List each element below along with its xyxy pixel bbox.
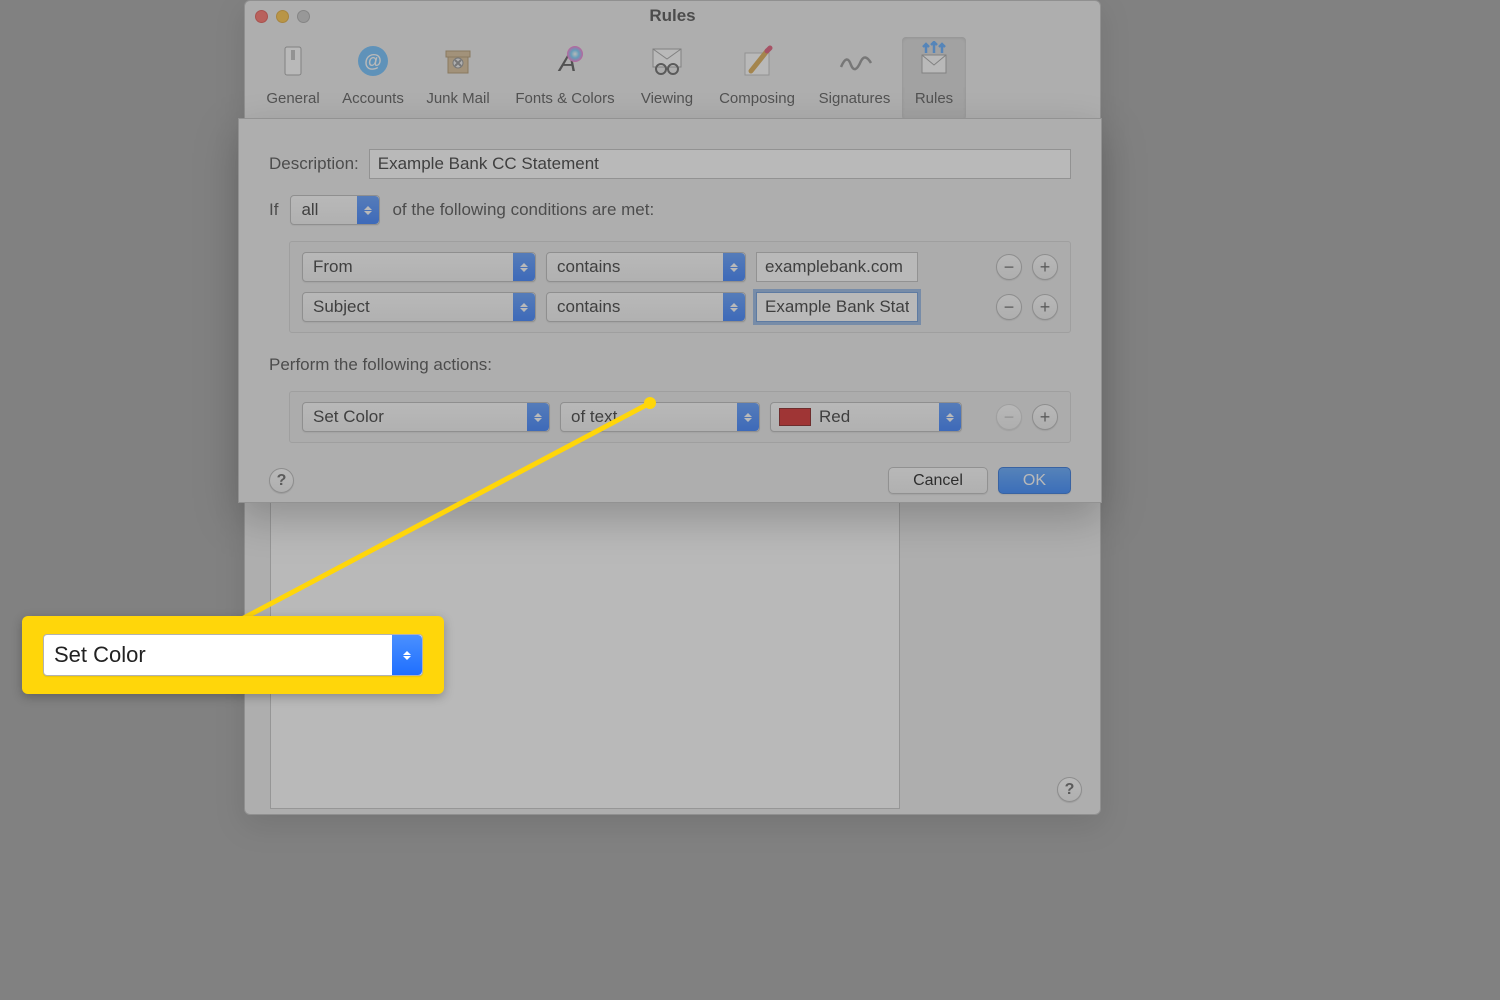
callout-popup: Set Color [43, 634, 423, 676]
accounts-icon: @ [353, 41, 393, 81]
junk-mail-icon [438, 41, 478, 81]
chevron-updown-icon [357, 196, 379, 224]
description-row: Description: [269, 149, 1071, 179]
chevron-updown-icon [723, 293, 745, 321]
preferences-toolbar: General @ Accounts Junk Mail A Fonts & C… [245, 31, 1100, 121]
chevron-updown-icon [527, 403, 549, 431]
chevron-updown-icon [737, 403, 759, 431]
add-action-button[interactable]: + [1032, 404, 1058, 430]
if-suffix-label: of the following conditions are met: [392, 200, 654, 220]
action-color-popup[interactable]: Red [770, 402, 962, 432]
color-swatch-icon [779, 408, 811, 426]
condition-field-popup[interactable]: Subject [302, 292, 536, 322]
chevron-updown-icon [513, 293, 535, 321]
add-condition-button[interactable]: + [1032, 254, 1058, 280]
condition-field-popup[interactable]: From [302, 252, 536, 282]
condition-value-input[interactable] [756, 292, 918, 322]
titlebar: Rules [245, 1, 1100, 31]
toolbar-general[interactable]: General [253, 37, 333, 120]
description-input[interactable] [369, 149, 1071, 179]
actions-group: Set Color of text Red − + [289, 391, 1071, 443]
action-row: Set Color of text Red − + [302, 402, 1058, 432]
action-type-popup[interactable]: Set Color [302, 402, 550, 432]
toolbar-junk-mail[interactable]: Junk Mail [413, 37, 503, 120]
conditions-header-row: If all of the following conditions are m… [269, 195, 1071, 225]
rules-icon [914, 41, 954, 81]
help-button-sheet[interactable]: ? [269, 468, 294, 493]
cancel-button[interactable]: Cancel [888, 467, 988, 494]
if-mode-popup[interactable]: all [290, 195, 380, 225]
condition-value-input[interactable] [756, 252, 918, 282]
actions-label: Perform the following actions: [269, 355, 1071, 375]
remove-condition-button[interactable]: − [996, 254, 1022, 280]
toolbar-accounts[interactable]: @ Accounts [333, 37, 413, 120]
add-condition-button[interactable]: + [1032, 294, 1058, 320]
chevron-updown-icon [513, 253, 535, 281]
if-label: If [269, 200, 278, 220]
annotation-callout: Set Color [22, 616, 444, 694]
window-title: Rules [245, 6, 1100, 26]
ok-button[interactable]: OK [998, 467, 1071, 494]
remove-condition-button[interactable]: − [996, 294, 1022, 320]
composing-icon [737, 41, 777, 81]
chevron-updown-icon [392, 635, 422, 675]
condition-row: Subject contains − + [302, 292, 1058, 322]
help-button-window[interactable]: ? [1057, 777, 1082, 802]
condition-row: From contains − + [302, 252, 1058, 282]
chevron-updown-icon [723, 253, 745, 281]
svg-text:@: @ [364, 51, 382, 71]
chevron-updown-icon [939, 403, 961, 431]
fonts-colors-icon: A [545, 41, 585, 81]
toolbar-viewing[interactable]: Viewing [627, 37, 707, 120]
action-target-popup[interactable]: of text [560, 402, 760, 432]
viewing-icon [647, 41, 687, 81]
general-icon [273, 41, 313, 81]
condition-op-popup[interactable]: contains [546, 252, 746, 282]
toolbar-signatures[interactable]: Signatures [807, 37, 902, 120]
toolbar-fonts-colors[interactable]: A Fonts & Colors [503, 37, 627, 120]
toolbar-rules[interactable]: Rules [902, 37, 966, 120]
condition-op-popup[interactable]: contains [546, 292, 746, 322]
toolbar-composing[interactable]: Composing [707, 37, 807, 120]
rule-edit-sheet: Description: If all of the following con… [238, 118, 1102, 503]
signatures-icon [835, 41, 875, 81]
description-label: Description: [269, 154, 359, 174]
conditions-group: From contains − + Subject contains − + [289, 241, 1071, 333]
remove-action-button: − [996, 404, 1022, 430]
